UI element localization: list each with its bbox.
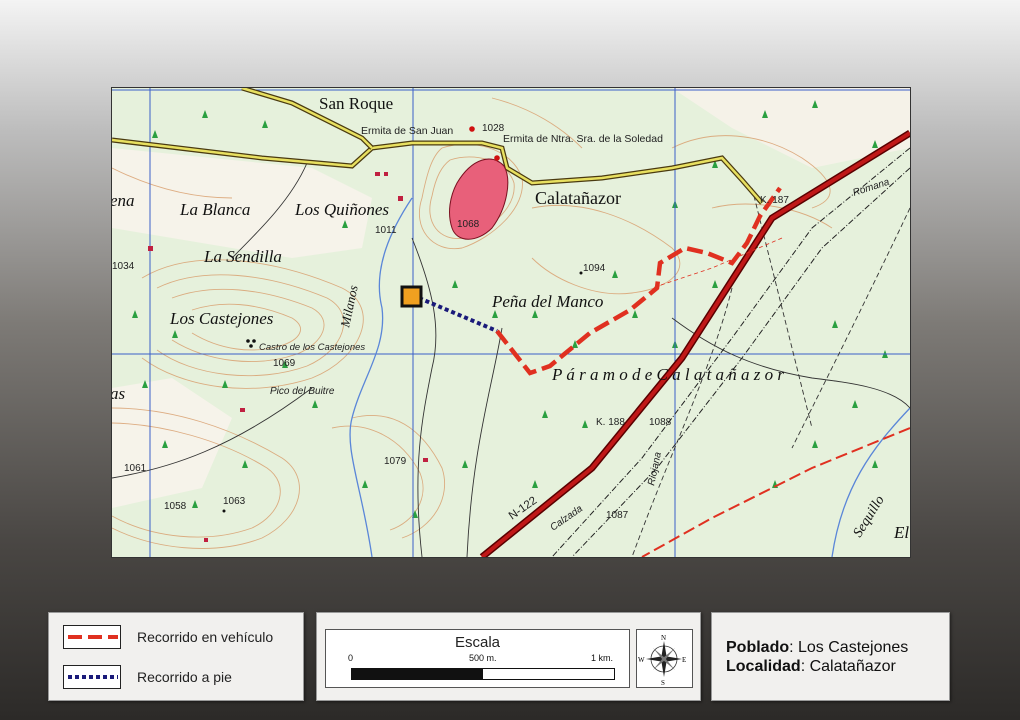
label-elev-1079: 1079 bbox=[384, 456, 407, 467]
label-la-sendilla: La Sendilla bbox=[203, 247, 282, 266]
label-ermita-soledad: Ermita de Ntra. Sra. de la Soledad bbox=[503, 133, 663, 145]
compass-e: E bbox=[682, 656, 686, 664]
label-san-roque: San Roque bbox=[319, 94, 393, 113]
legend-vehicle-label: Recorrido en vehículo bbox=[137, 629, 274, 645]
scale-bar bbox=[351, 668, 615, 680]
label-elev-1088: 1088 bbox=[649, 417, 672, 428]
label-elev-1028: 1028 bbox=[482, 123, 505, 134]
label-as: as bbox=[112, 384, 126, 403]
label-el: El bbox=[893, 523, 909, 542]
ermita-soledad-marker bbox=[494, 155, 500, 161]
scale-title: Escala bbox=[454, 634, 501, 651]
ermita-san-juan-marker bbox=[469, 126, 475, 132]
site-marker[interactable] bbox=[400, 285, 423, 308]
label-elev-1094: 1094 bbox=[583, 263, 606, 274]
compass-s: S bbox=[661, 679, 665, 687]
scale-panel: Escala 0 500 m. 1 km. N S E W bbox=[316, 612, 701, 701]
map-canvas: San Roque Ermita de San Juan 1028 Ermita… bbox=[112, 88, 910, 557]
info-poblado-value: : Los Castejones bbox=[789, 639, 909, 656]
scale-tick-start: 0 bbox=[348, 653, 354, 663]
label-pico-buitre: Pico del Buitre bbox=[270, 386, 335, 397]
topographic-map[interactable]: San Roque Ermita de San Juan 1028 Ermita… bbox=[111, 87, 911, 558]
label-elev-1061: 1061 bbox=[124, 463, 147, 474]
legend-vehicle-swatch bbox=[63, 625, 121, 649]
compass-rose-icon: N S E W bbox=[638, 634, 686, 687]
info-panel: Poblado: Los Castejones Localidad: Calat… bbox=[711, 612, 950, 701]
label-ena: ena bbox=[112, 191, 135, 210]
info-localidad-key: Localidad bbox=[726, 658, 801, 675]
label-elev-1058: 1058 bbox=[164, 501, 187, 512]
label-elev-1069: 1069 bbox=[273, 358, 296, 369]
scale-tick-mid: 500 m. bbox=[469, 653, 497, 663]
label-elev-1034: 1034 bbox=[112, 261, 135, 272]
label-los-quinones: Los Quiñones bbox=[294, 200, 389, 219]
compass-n: N bbox=[661, 634, 666, 642]
legend-walk-row: Recorrido a pie bbox=[63, 664, 232, 690]
label-los-castejones: Los Castejones bbox=[169, 309, 274, 328]
info-poblado: Poblado: Los Castejones bbox=[726, 639, 908, 657]
label-ermita-san-juan: Ermita de San Juan bbox=[361, 125, 453, 137]
label-paramo: P á r a m o d e C a l a t a ñ a z o r bbox=[551, 365, 784, 384]
legend-walk-swatch bbox=[63, 665, 121, 689]
scale-bar-fill bbox=[352, 669, 483, 679]
legend-vehicle-row: Recorrido en vehículo bbox=[63, 624, 273, 650]
label-elev-1063: 1063 bbox=[223, 496, 246, 507]
info-localidad-value: : Calatañazor bbox=[800, 658, 896, 675]
compass-w: W bbox=[638, 656, 645, 664]
label-elev-1011: 1011 bbox=[375, 225, 397, 236]
info-poblado-key: Poblado bbox=[726, 639, 790, 656]
info-localidad: Localidad: Calatañazor bbox=[726, 658, 896, 676]
label-pena-manco: Peña del Manco bbox=[491, 292, 603, 311]
label-la-blanca: La Blanca bbox=[179, 200, 250, 219]
label-calatanazor: Calatañazor bbox=[535, 188, 621, 208]
scale-box: Escala 0 500 m. 1 km. bbox=[325, 629, 630, 688]
label-km187: K. 187 bbox=[760, 195, 789, 206]
compass-box: N S E W bbox=[636, 629, 693, 688]
legend-walk-label: Recorrido a pie bbox=[137, 669, 232, 685]
legend-panel: Recorrido en vehículo Recorrido a pie bbox=[48, 612, 304, 701]
scale-tick-end: 1 km. bbox=[591, 653, 614, 663]
label-km188: K. 188 bbox=[596, 417, 625, 428]
label-elev-1068: 1068 bbox=[457, 219, 480, 230]
label-elev-1087: 1087 bbox=[606, 510, 629, 521]
label-castro: Castro de los Castejones bbox=[259, 342, 365, 353]
